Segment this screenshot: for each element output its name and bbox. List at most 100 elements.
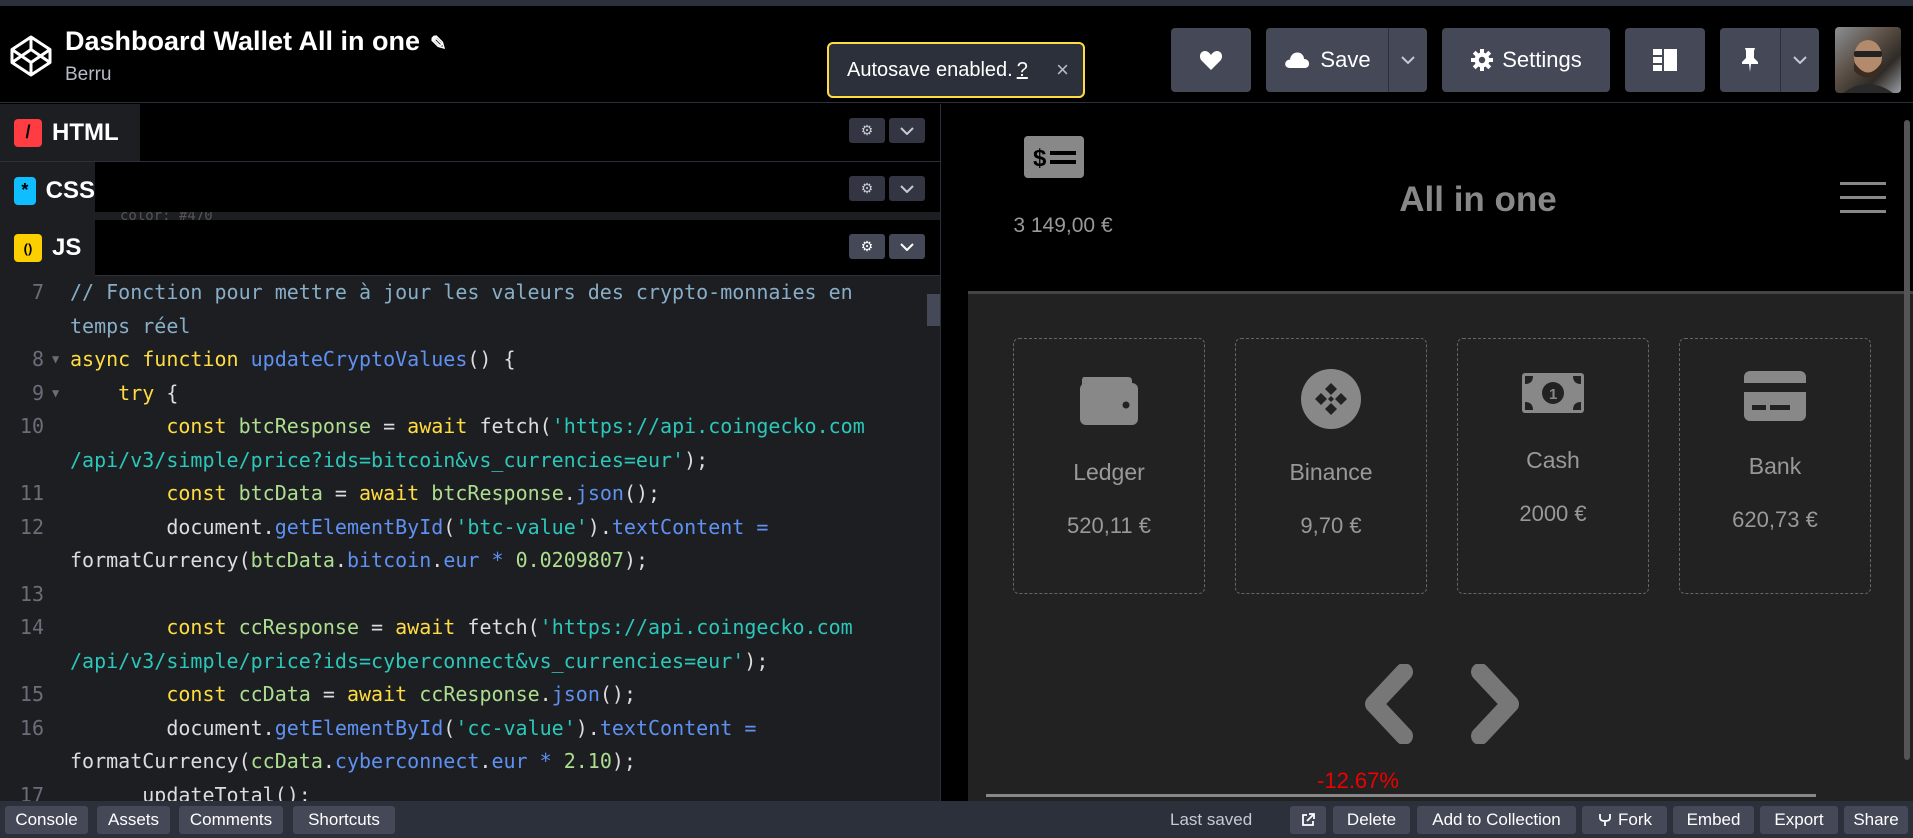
code-comment: temps réel: [70, 313, 191, 338]
embed-button[interactable]: Embed: [1673, 806, 1754, 834]
toast-close-icon[interactable]: ×: [1056, 57, 1069, 83]
css-settings-button[interactable]: ⚙: [849, 176, 885, 201]
code-variable: btcResponse: [238, 414, 372, 438]
pin-button[interactable]: [1720, 28, 1780, 92]
hamburger-menu-icon[interactable]: [1840, 182, 1886, 214]
code-number: 0.0209807: [515, 548, 624, 572]
toast-help-link[interactable]: ?: [1017, 59, 1028, 82]
code-keyword: await: [346, 682, 408, 706]
css-editor-header: * CSS color: #470 ⚙: [0, 162, 940, 220]
editor-scrollbar-thumb[interactable]: [927, 294, 940, 326]
code-punct: =: [359, 615, 396, 639]
assets-button[interactable]: Assets: [97, 806, 170, 834]
code-string: 'cc-value': [455, 715, 576, 740]
js-settings-button[interactable]: ⚙: [849, 234, 885, 259]
css-editor-tools: ⚙: [849, 176, 925, 201]
code-keyword: const: [166, 481, 227, 505]
export-button[interactable]: Export: [1760, 806, 1838, 834]
code-function-name: updateCryptoValues: [250, 347, 468, 371]
love-button[interactable]: [1171, 28, 1251, 92]
panel-resizer[interactable]: [940, 104, 968, 801]
code-keyword: const: [166, 682, 227, 706]
code-property: getElementById: [274, 514, 444, 539]
code-punct: );: [684, 447, 709, 472]
code-call: fetch(: [479, 414, 552, 438]
pin-icon: [1742, 48, 1758, 72]
code-keyword: async: [70, 347, 131, 371]
code-keyword: await: [359, 481, 420, 505]
console-button[interactable]: Console: [5, 806, 88, 834]
preview-header: $ 3 149,00 € All in one: [968, 104, 1913, 294]
js-code-area[interactable]: 7 // Fonction pour mettre à jour les vale…: [0, 276, 924, 801]
code-string: 'https://api.coingecko.com: [539, 615, 853, 639]
shortcuts-button[interactable]: Shortcuts: [293, 806, 395, 834]
total-balance: 3 149,00 €: [1013, 214, 1113, 237]
code-property: textContent: [599, 715, 733, 740]
fold-arrow-icon[interactable]: ▼: [52, 343, 59, 377]
save-options-button[interactable]: [1389, 28, 1427, 92]
change-view-button[interactable]: [1625, 28, 1705, 92]
html-collapse-button[interactable]: [889, 118, 925, 143]
pen-title[interactable]: Dashboard Wallet All in one ✎: [65, 26, 447, 57]
code-keyword: function: [142, 347, 239, 371]
fold-arrow-icon[interactable]: ▼: [52, 377, 59, 411]
codepen-logo-icon[interactable]: [8, 33, 54, 79]
css-icon: *: [14, 176, 36, 205]
tab-html[interactable]: / HTML: [0, 104, 140, 161]
code-property: eur: [443, 548, 480, 572]
comments-button[interactable]: Comments: [179, 806, 283, 834]
code-object: document.: [166, 715, 275, 740]
toast-text: Autosave enabled.: [847, 58, 1013, 81]
tab-css[interactable]: * CSS: [0, 162, 95, 219]
fork-button[interactable]: Fork: [1582, 806, 1667, 834]
code-number: 2.10: [563, 749, 612, 773]
code-comment: // Fonction pour mettre à jour les valeu…: [70, 280, 853, 304]
pen-author[interactable]: Berru: [65, 64, 111, 86]
pen-header: Dashboard Wallet All in one ✎ Berru Autos…: [0, 6, 1913, 103]
binance-icon: [1301, 369, 1361, 429]
user-avatar[interactable]: [1835, 27, 1901, 93]
css-collapse-button[interactable]: [889, 176, 925, 201]
code-call: updateTotal();: [142, 782, 311, 802]
editor-scrollbar[interactable]: [926, 294, 940, 801]
html-settings-button[interactable]: ⚙: [849, 118, 885, 143]
line-number: 10: [19, 414, 44, 438]
save-label: Save: [1320, 47, 1371, 72]
chevron-left-icon[interactable]: [1360, 664, 1416, 744]
settings-button[interactable]: Settings: [1442, 28, 1610, 92]
code-operator: *: [479, 548, 516, 572]
pencil-icon[interactable]: ✎: [430, 31, 447, 56]
share-button[interactable]: Share: [1844, 806, 1908, 834]
percentage-change: -12.67%: [1317, 768, 1399, 793]
pin-options-button[interactable]: [1781, 28, 1819, 92]
js-collapse-button[interactable]: [889, 234, 925, 259]
line-number: 16: [19, 715, 44, 740]
js-editor-header: () JS ⚙: [0, 220, 940, 276]
wallet-card-cash[interactable]: 1 Cash 2000 €: [1457, 338, 1649, 594]
tab-html-label: HTML: [52, 118, 119, 146]
chevron-right-icon[interactable]: [1468, 664, 1524, 744]
pen-title-text[interactable]: Dashboard Wallet All in one: [65, 26, 420, 56]
wallet-card-binance[interactable]: Binance 9,70 €: [1235, 338, 1427, 594]
line-number: 9: [31, 380, 44, 405]
html-editor-tools: ⚙: [849, 118, 925, 143]
preview-scrollbar[interactable]: [1904, 120, 1910, 760]
code-punct: =: [371, 414, 408, 438]
code-variable: ccData: [238, 682, 311, 706]
line-number: 7: [31, 280, 44, 304]
delete-button[interactable]: Delete: [1333, 806, 1410, 834]
tab-js[interactable]: () JS: [0, 220, 95, 276]
wallet-card-ledger[interactable]: Ledger 520,11 €: [1013, 338, 1205, 594]
open-external-button[interactable]: [1290, 806, 1326, 834]
save-button[interactable]: Save: [1266, 28, 1389, 92]
code-string: 'https://api.coingecko.com: [551, 414, 865, 438]
js-editor-tools: ⚙: [849, 234, 925, 259]
code-property: cyberconnect: [334, 749, 480, 773]
line-number: 11: [19, 481, 44, 505]
code-call: fetch(: [467, 615, 540, 639]
last-saved-text: Last saved: [1170, 810, 1253, 829]
code-punct: );: [623, 548, 649, 572]
wallet-card-bank[interactable]: Bank 620,73 €: [1679, 338, 1871, 594]
code-keyword: await: [407, 414, 468, 438]
add-to-collection-button[interactable]: Add to Collection: [1417, 806, 1576, 834]
